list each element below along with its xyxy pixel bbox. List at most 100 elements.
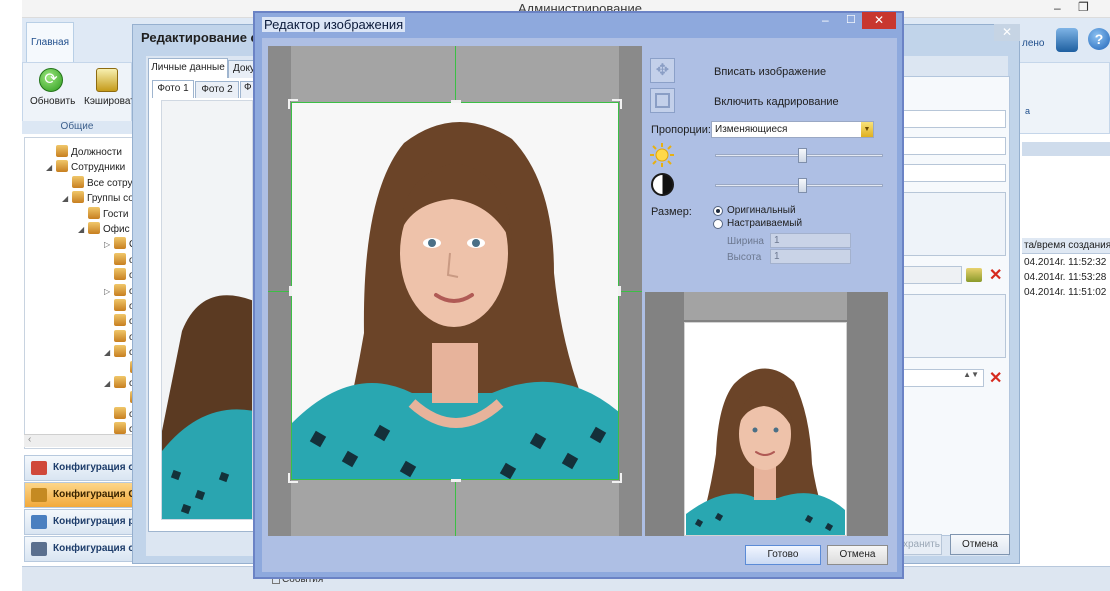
tree-item[interactable]: ▷Отде [104,237,134,252]
scan-card-icon[interactable] [966,268,982,282]
crop-handle-top-right[interactable] [612,99,622,109]
user-icon[interactable] [1056,28,1078,52]
employee-field-1[interactable] [902,110,1006,128]
width-input[interactable]: 1 [770,233,851,248]
size-custom-radio[interactable] [713,219,723,229]
crop-handle-bottom[interactable] [451,479,461,482]
nav-item-label: Конфигурация ра [53,516,134,527]
cancel-button[interactable]: Отмена [827,545,888,565]
crop-handle-left[interactable] [289,286,292,296]
tree-item[interactable]: Должности [46,145,122,160]
height-input[interactable]: 1 [770,249,851,264]
refresh-button-label[interactable]: Обновить [30,96,75,107]
employee-access-box[interactable] [902,294,1006,358]
editor-minimize-button[interactable]: – [822,13,829,27]
cache-button-label[interactable]: Кэшировать данные серве [84,96,132,107]
tree-item[interactable]: ◢ Группы сотр [62,191,134,206]
group-icon [114,283,126,296]
employee-field-3[interactable] [902,164,1006,182]
tree-expander-icon[interactable]: ◢ [104,376,114,391]
crop-frame[interactable] [291,102,619,480]
tree-horizontal-scrollbar[interactable] [24,434,134,447]
tree-item[interactable]: отде [104,268,134,283]
tree-item[interactable]: ◢ Офис [78,222,130,237]
group-icon [56,160,68,173]
group-icon [114,345,126,358]
tree-item-label: Должности [71,147,123,158]
database-icon[interactable] [96,68,118,92]
tree-item-label: Сотрудники [71,162,126,174]
employee-spin-field[interactable]: ▲▼ [902,369,984,387]
table-row[interactable]: 04.2014г. 11:52:32 [1024,257,1106,268]
preview-top-margin [684,292,847,320]
nav-item-config-2[interactable]: Конфигурация СК [24,482,134,508]
group-icon [114,237,126,250]
delete-card-icon[interactable]: ✕ [989,265,1002,285]
crop-handle-bottom-right[interactable] [612,473,622,483]
grid-header-created[interactable]: та/время создания [1022,238,1110,254]
tree-expander-icon[interactable]: ◢ [78,222,88,237]
tree-expander-icon[interactable]: ◢ [104,345,114,360]
crop-handle-top-left[interactable] [288,99,298,109]
tree-item[interactable]: отде [104,406,134,422]
tab-photo-3[interactable]: Ф [240,81,254,98]
tree-item[interactable]: Все сотрудн [62,175,134,191]
proportions-select[interactable]: Изменяющиеся [711,121,874,138]
tree-expander-icon[interactable]: ◢ [46,160,56,175]
crop-handle-top[interactable] [451,100,461,103]
nav-item-config-1[interactable]: Конфигурация об [24,455,134,481]
employee-close-button[interactable]: ✕ [994,24,1020,41]
tree-item[interactable]: отде [104,299,134,314]
config-icon [31,488,47,502]
group-icon [114,314,126,327]
tree-item[interactable]: отде [104,329,134,345]
tree-expander-icon[interactable]: ▷ [104,237,114,252]
tree-item[interactable]: ▷отде [104,283,134,299]
size-original-label[interactable]: Оригинальный [727,205,796,216]
employee-notes-box[interactable] [902,192,1006,256]
employee-cancel-button[interactable]: Отмена [950,534,1010,555]
employee-photo-drawing [162,101,252,519]
minimize-button[interactable]: – [1054,1,1061,15]
tab-home[interactable]: Главная [26,22,74,62]
size-original-radio[interactable] [713,206,723,216]
tab-personal-data[interactable]: Личные данные [148,58,228,78]
scroll-left-icon[interactable]: ‹ [28,434,31,445]
chevron-down-icon[interactable]: ▼ [861,122,873,137]
enable-crop-label[interactable]: Включить кадрирование [714,96,839,108]
tree-item[interactable]: отде [104,252,134,268]
crop-handle-bottom-left[interactable] [288,473,298,483]
contrast-slider-thumb[interactable] [797,178,807,193]
tree-item[interactable]: отде [104,314,134,329]
tree-expander-icon[interactable]: ▷ [104,284,114,299]
fit-image-label[interactable]: Вписать изображение [714,66,826,78]
editor-maximize-button[interactable]: ☐ [846,13,856,26]
restore-button[interactable]: ❐ [1078,0,1089,14]
employee-save-button[interactable]: хранить [900,534,942,555]
nav-item-config-3[interactable]: Конфигурация ра [24,509,134,535]
tree-item[interactable]: ◢отде [104,345,134,360]
table-row[interactable]: 04.2014г. 11:51:02 [1024,287,1106,298]
fit-image-icon[interactable]: ✥ [650,58,675,83]
crop-handle-right[interactable] [618,286,621,296]
preview-photo [686,324,845,535]
tree-item[interactable]: ◢ Сотрудники [46,160,125,175]
editor-close-button[interactable]: ✕ [862,12,896,29]
table-row[interactable]: 04.2014г. 11:53:28 [1024,272,1106,283]
ok-button[interactable]: Готово [745,545,821,565]
delete-spin-icon[interactable]: ✕ [989,368,1002,388]
size-custom-label[interactable]: Настраиваемый [727,218,802,229]
nav-item-config-4[interactable]: Конфигурация си [24,536,134,562]
tab-photo-1[interactable]: Фото 1 [152,80,194,98]
tree-item[interactable]: ◢отде [104,376,134,391]
help-icon[interactable]: ? [1088,28,1110,50]
brightness-slider-thumb[interactable] [797,148,807,163]
group-icon [72,191,84,204]
tree-expander-icon[interactable]: ◢ [62,191,72,206]
right-ribbon-text: лено [1022,38,1045,49]
employee-field-2[interactable] [902,137,1006,155]
tab-documents[interactable]: Доку [228,60,256,78]
refresh-icon[interactable]: ⟳ [39,68,63,92]
tree-item[interactable]: Гости [78,206,128,222]
tab-photo-2[interactable]: Фото 2 [195,81,239,98]
